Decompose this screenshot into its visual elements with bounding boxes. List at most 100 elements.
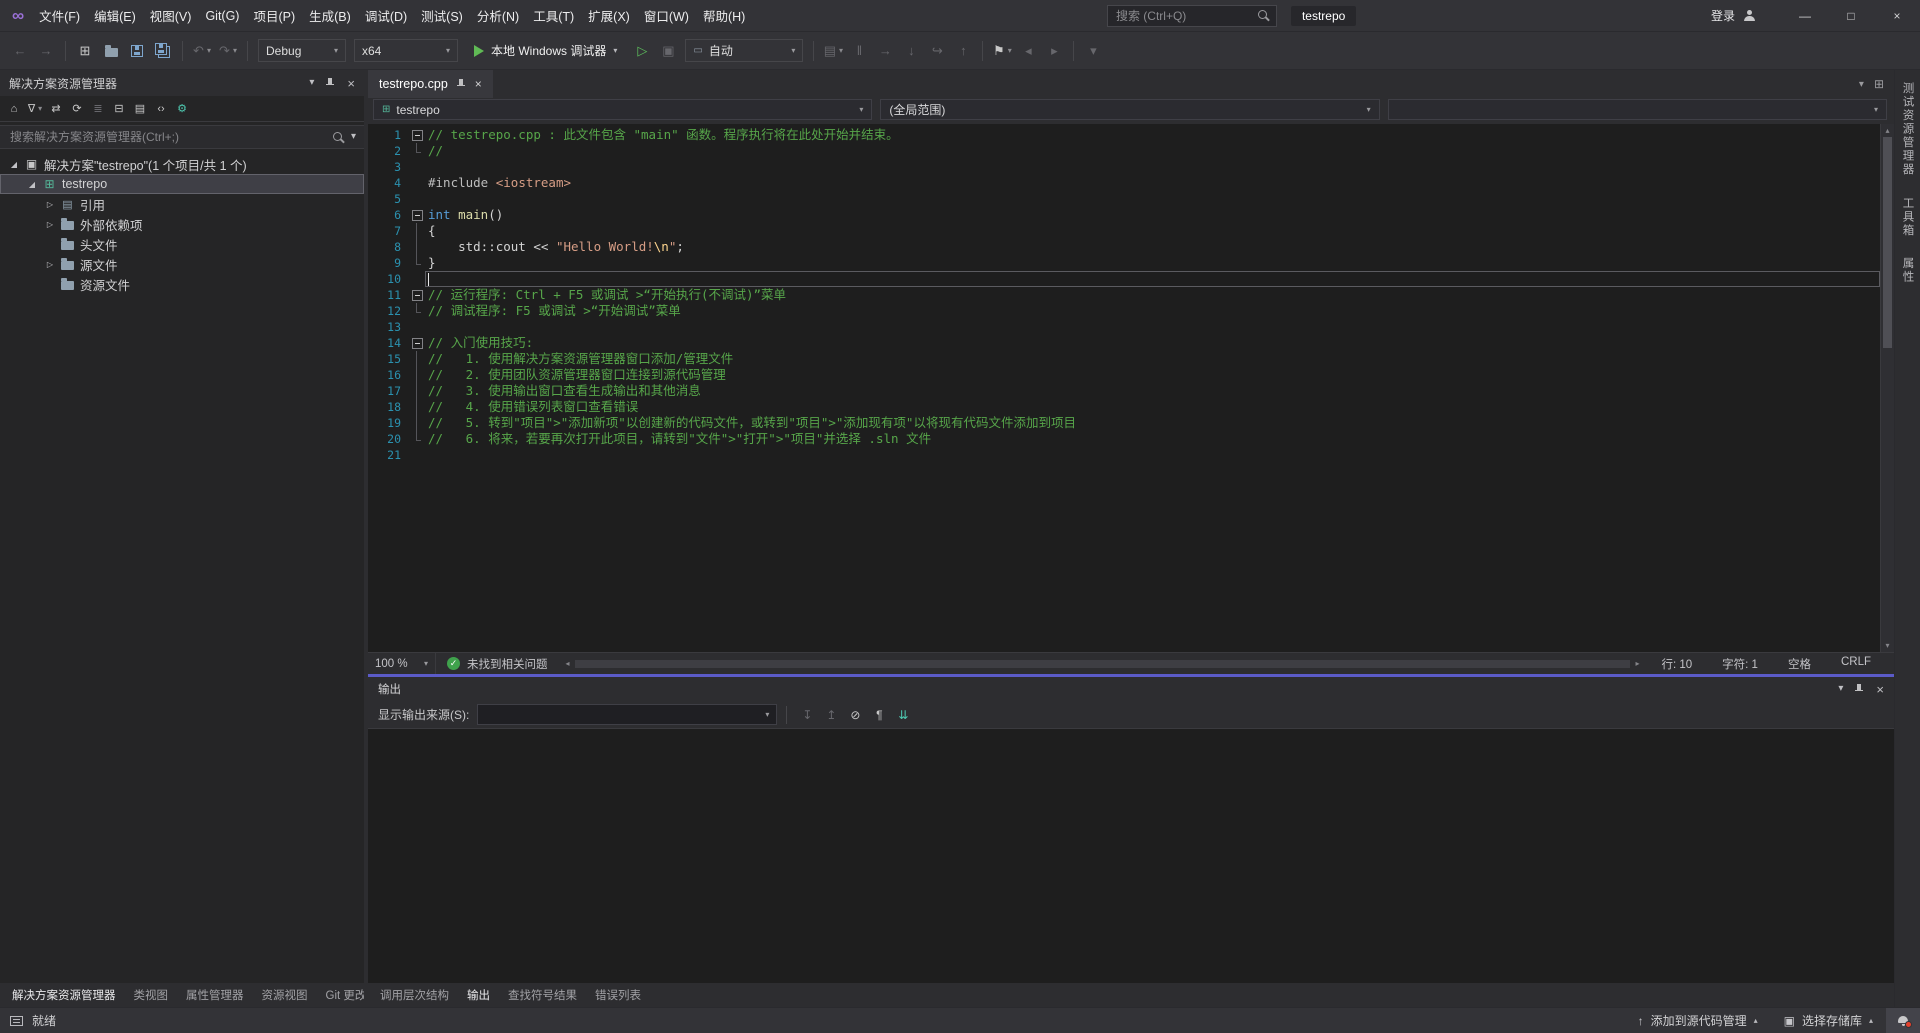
- line-number[interactable]: 18: [368, 399, 410, 415]
- break-all-icon[interactable]: ‖: [847, 39, 871, 63]
- tree-item-header-files[interactable]: 头文件: [0, 234, 364, 254]
- scroll-down-icon[interactable]: ▾: [1885, 639, 1889, 652]
- start-without-debugging-icon[interactable]: ▷: [630, 39, 654, 63]
- quick-search-box[interactable]: [1107, 5, 1277, 27]
- apply-code-changes-icon[interactable]: ▤▾: [821, 39, 845, 63]
- word-wrap-icon[interactable]: ¶: [868, 704, 890, 726]
- active-files-list-icon[interactable]: ▾: [1859, 79, 1864, 90]
- expand-arrow-icon[interactable]: ▷: [42, 260, 58, 269]
- member-scope-combo[interactable]: ▾: [1388, 99, 1887, 120]
- clear-all-icon[interactable]: ⊘: [844, 704, 866, 726]
- nest-files-icon[interactable]: ≣: [88, 99, 108, 119]
- tree-item-external-dependencies[interactable]: ▷外部依赖项: [0, 214, 364, 234]
- solution-search-input[interactable]: [8, 129, 326, 145]
- close-tab-icon[interactable]: ×: [475, 77, 482, 91]
- side-tab-1[interactable]: 工具箱: [1900, 197, 1916, 238]
- refresh-icon[interactable]: ⟳: [67, 99, 87, 119]
- editor-vertical-scrollbar[interactable]: ▴ ▾: [1880, 124, 1894, 652]
- line-number[interactable]: 5: [368, 191, 410, 207]
- line-number[interactable]: 12: [368, 303, 410, 319]
- scroll-up-icon[interactable]: ▴: [1885, 124, 1889, 137]
- background-tasks-icon[interactable]: [10, 1016, 23, 1026]
- open-file-icon[interactable]: [99, 39, 123, 63]
- close-button[interactable]: ×: [1874, 0, 1920, 31]
- menu-item-6[interactable]: 调试(D): [358, 0, 414, 31]
- step-over-icon[interactable]: ↪: [925, 39, 949, 63]
- line-number[interactable]: 16: [368, 367, 410, 383]
- eol-indicator[interactable]: CRLF: [1826, 656, 1886, 672]
- add-bookmark-icon[interactable]: ⚑▾: [990, 39, 1014, 63]
- line-number[interactable]: 17: [368, 383, 410, 399]
- zoom-combo[interactable]: 100 % ▾: [368, 653, 436, 674]
- tree-item-resource-files[interactable]: 资源文件: [0, 274, 364, 294]
- bottom-dock-tab-0[interactable]: 调用层次结构: [371, 983, 458, 1007]
- tree-item-solution[interactable]: ◢▣解决方案"testrepo"(1 个项目/共 1 个): [0, 154, 364, 174]
- menu-item-4[interactable]: 项目(P): [246, 0, 302, 31]
- debug-target-combo[interactable]: ▭自动▾: [685, 39, 803, 62]
- solution-platforms-combo[interactable]: x64▾: [354, 39, 458, 62]
- editor-horizontal-scrollbar[interactable]: ◂ ▸: [559, 653, 1647, 674]
- undo-icon[interactable]: ↶▾: [190, 39, 214, 63]
- next-bookmark-icon[interactable]: ▸: [1042, 39, 1066, 63]
- menu-item-7[interactable]: 测试(S): [414, 0, 470, 31]
- expand-arrow-icon[interactable]: ◢: [6, 160, 22, 169]
- close-icon[interactable]: ×: [347, 77, 355, 90]
- show-all-files-icon[interactable]: ▤: [130, 99, 150, 119]
- menu-item-8[interactable]: 分析(N): [470, 0, 526, 31]
- filter-icon[interactable]: ∇▾: [25, 99, 45, 119]
- menu-item-3[interactable]: Git(G): [198, 0, 246, 31]
- scrollbar-thumb[interactable]: [575, 660, 1631, 668]
- save-icon[interactable]: [125, 39, 149, 63]
- line-number[interactable]: 9: [368, 255, 410, 271]
- tree-item-source-files[interactable]: ▷源文件: [0, 254, 364, 274]
- tab-testrepo-cpp[interactable]: testrepo.cpp ×: [368, 70, 493, 98]
- menu-item-11[interactable]: 窗口(W): [637, 0, 696, 31]
- pin-icon[interactable]: [325, 77, 336, 89]
- menu-item-10[interactable]: 扩展(X): [581, 0, 637, 31]
- line-number[interactable]: 3: [368, 159, 410, 175]
- project-scope-combo[interactable]: ⊞ testrepo ▾: [373, 99, 872, 120]
- side-tab-0[interactable]: 测试资源管理器: [1900, 82, 1916, 177]
- line-number[interactable]: 6: [368, 207, 410, 223]
- left-dock-tab-0[interactable]: 解决方案资源管理器: [3, 983, 125, 1007]
- switch-views-icon[interactable]: ⌂: [4, 99, 24, 119]
- line-number[interactable]: 1: [368, 127, 410, 143]
- line-number[interactable]: 4: [368, 175, 410, 191]
- window-position-icon[interactable]: ▾: [1838, 684, 1843, 694]
- properties-icon[interactable]: ⚙: [172, 99, 192, 119]
- line-number[interactable]: 20: [368, 431, 410, 447]
- menu-item-12[interactable]: 帮助(H): [696, 0, 752, 31]
- step-out-icon[interactable]: ↑: [951, 39, 975, 63]
- menu-item-2[interactable]: 视图(V): [143, 0, 199, 31]
- column-indicator[interactable]: 字符: 1: [1707, 656, 1773, 672]
- tree-item-project-testrepo[interactable]: ◢⊞testrepo: [0, 174, 364, 194]
- scrollbar-thumb[interactable]: [1883, 137, 1892, 348]
- solution-name-badge[interactable]: testrepo: [1291, 6, 1356, 26]
- goto-message-icon[interactable]: ↧: [796, 704, 818, 726]
- line-number[interactable]: 10: [368, 271, 410, 287]
- line-number[interactable]: 19: [368, 415, 410, 431]
- left-dock-tab-3[interactable]: 资源视图: [253, 983, 317, 1007]
- solution-configurations-combo[interactable]: Debug▾: [258, 39, 346, 62]
- line-number[interactable]: 11: [368, 287, 410, 303]
- menu-item-0[interactable]: 文件(F): [32, 0, 87, 31]
- save-all-icon[interactable]: [151, 39, 175, 63]
- hot-reload-icon[interactable]: ▣: [656, 39, 680, 63]
- output-content[interactable]: [368, 729, 1894, 983]
- pin-icon[interactable]: [1854, 683, 1865, 695]
- user-profile-icon[interactable]: [1743, 9, 1756, 22]
- left-dock-tab-1[interactable]: 类视图: [125, 983, 178, 1007]
- view-code-icon[interactable]: ‹›: [151, 99, 171, 119]
- menu-item-5[interactable]: 生成(B): [302, 0, 358, 31]
- step-into-icon[interactable]: ↓: [899, 39, 923, 63]
- local-windows-debugger-button[interactable]: 本地 Windows 调试器▾: [465, 39, 626, 63]
- bottom-dock-tab-1[interactable]: 输出: [458, 983, 499, 1007]
- menu-item-1[interactable]: 编辑(E): [87, 0, 143, 31]
- collapse-all-icon[interactable]: ⊟: [109, 99, 129, 119]
- search-input[interactable]: [1114, 8, 1257, 24]
- bottom-dock-tab-2[interactable]: 查找符号结果: [499, 983, 586, 1007]
- minimize-button[interactable]: —: [1782, 0, 1828, 31]
- output-source-combo[interactable]: ▾: [477, 704, 777, 725]
- expand-arrow-icon[interactable]: ◢: [24, 180, 40, 189]
- search-options-icon[interactable]: ▾: [351, 132, 356, 142]
